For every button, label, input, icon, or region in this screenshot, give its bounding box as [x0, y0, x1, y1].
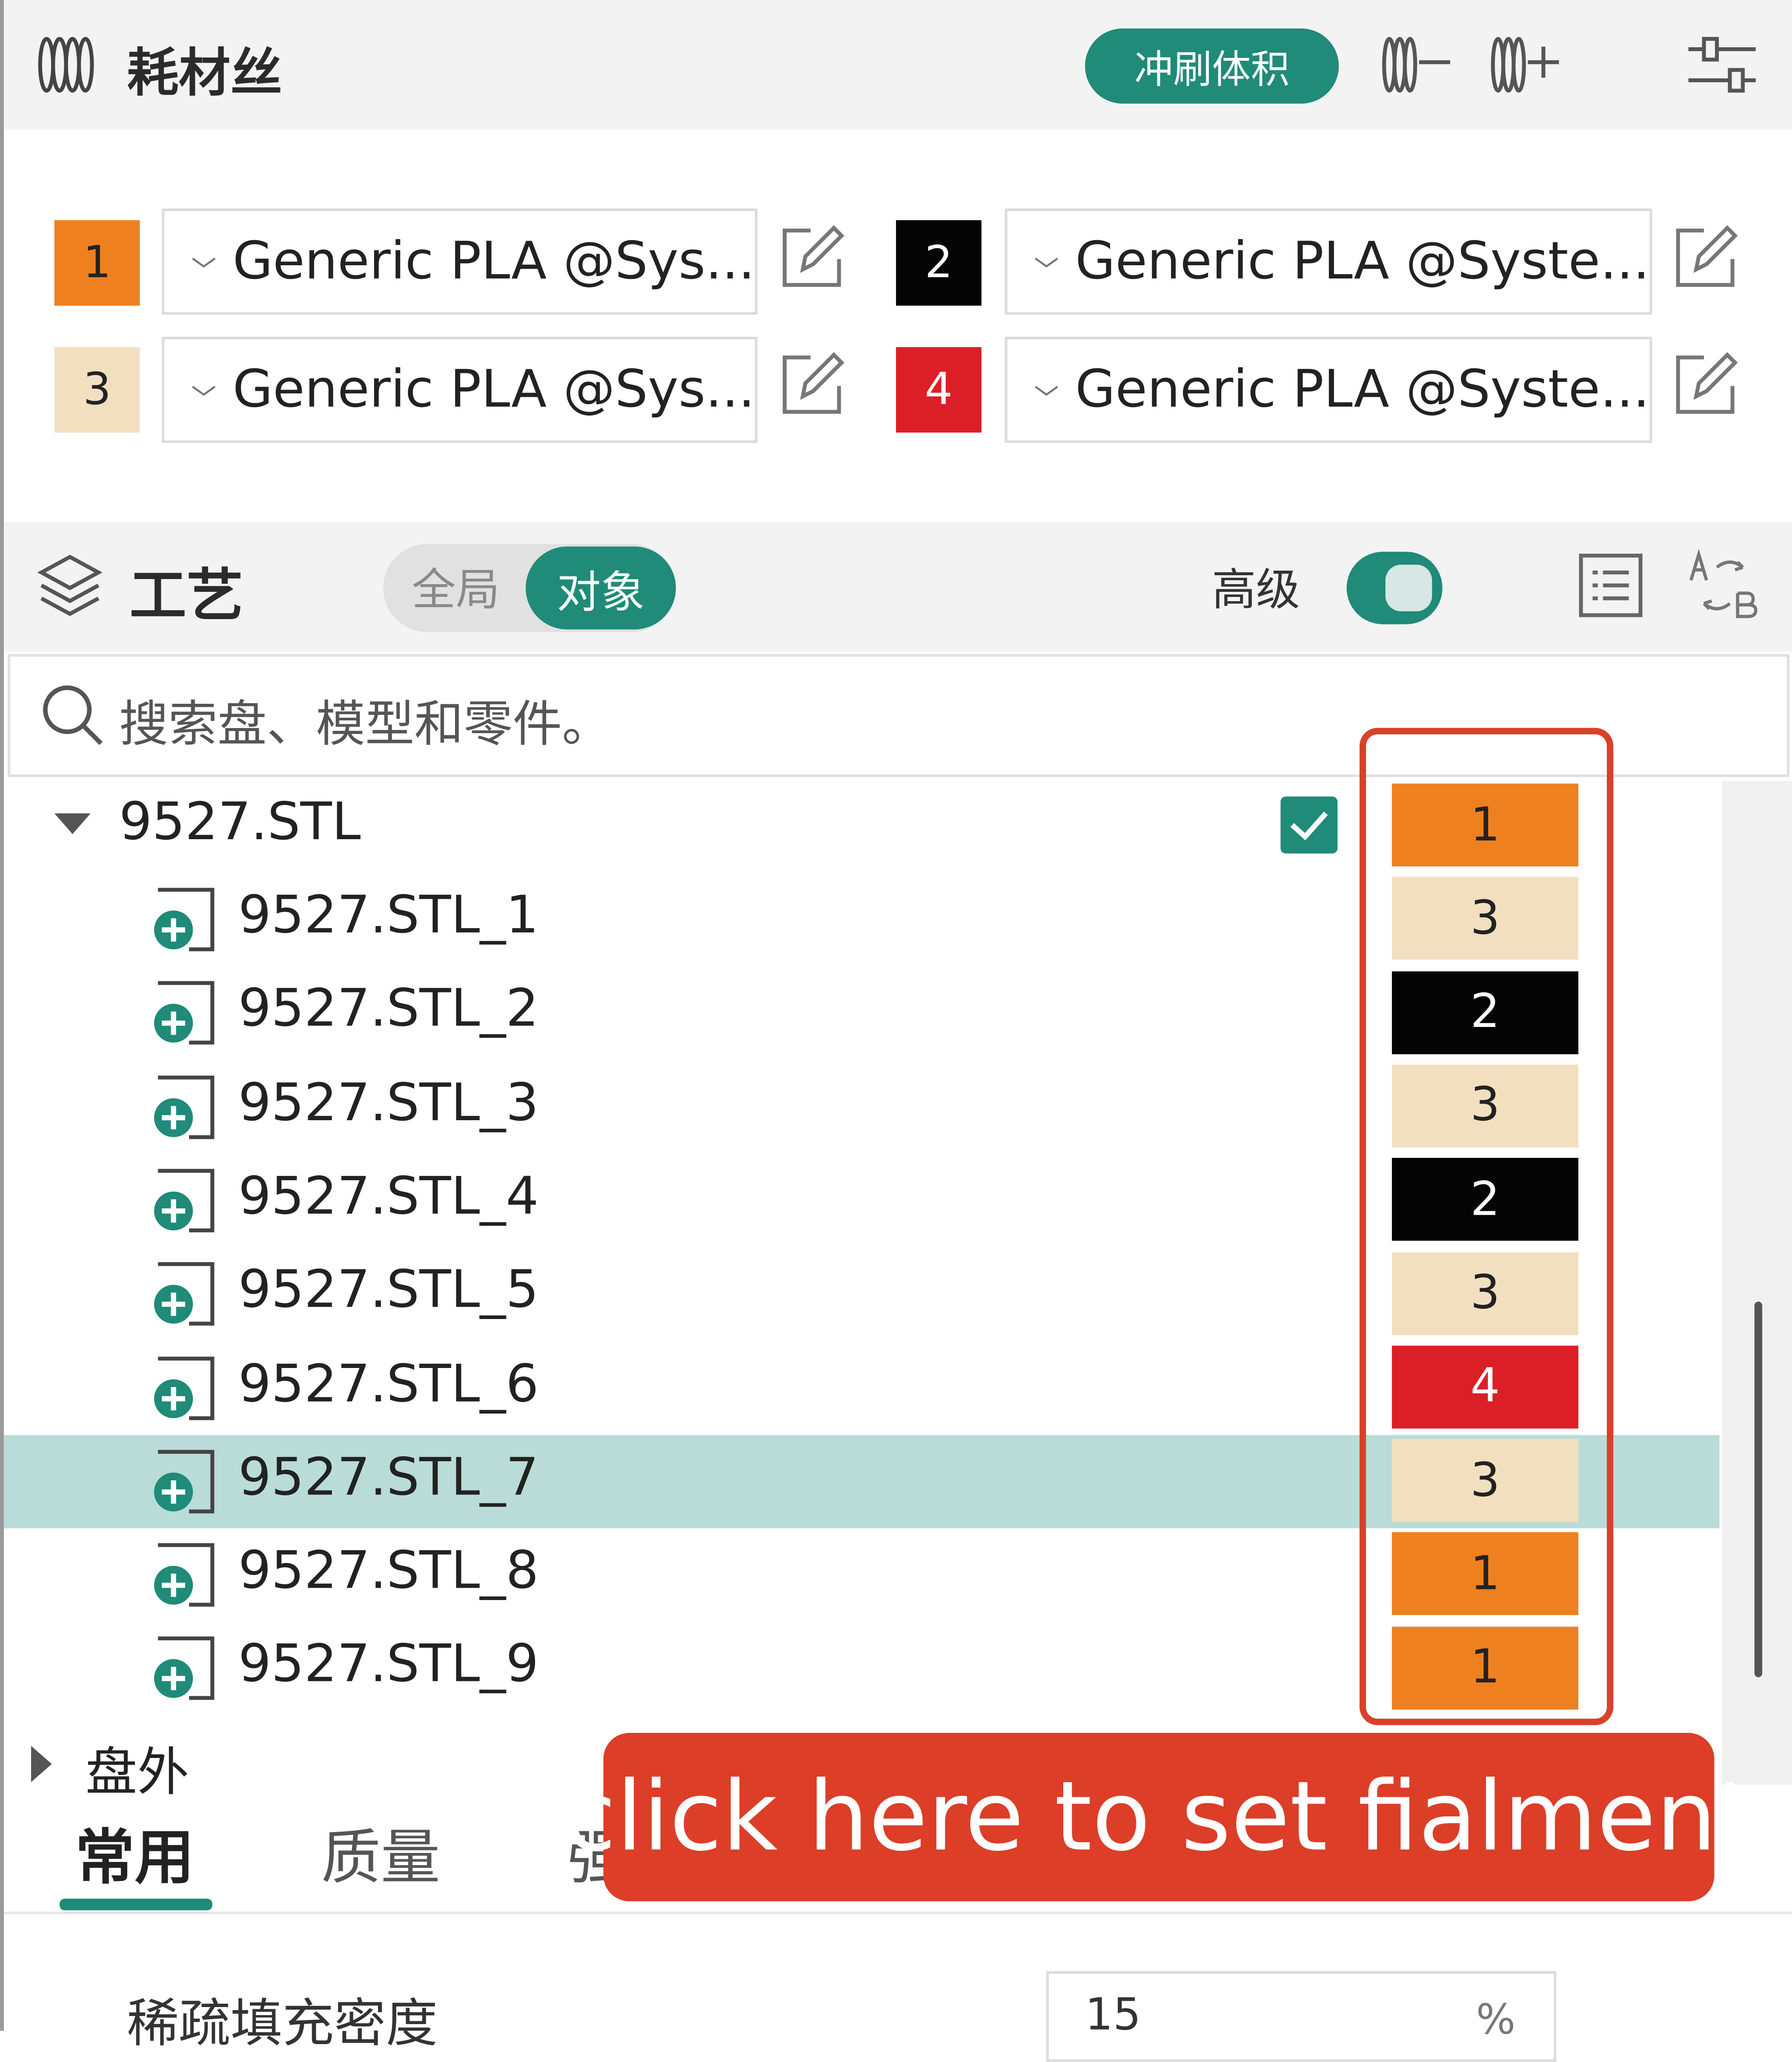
- edit-filament-2-icon[interactable]: [1670, 223, 1740, 293]
- tree-part-label[interactable]: 9527.STL_1: [238, 886, 539, 946]
- sparse-infill-density-value: 15: [1085, 1989, 1141, 2042]
- tree-part-label[interactable]: 9527.STL_8: [238, 1541, 539, 1601]
- settings-sliders-icon[interactable]: [1686, 29, 1758, 101]
- filament-slot-2-select[interactable]: Generic PLA @Syste...: [1005, 208, 1652, 315]
- filament-slot-4-name: Generic PLA @Syste...: [1075, 360, 1650, 420]
- tree-part-label[interactable]: 9527.STL_4: [238, 1167, 539, 1226]
- filament-spool-icon: [38, 37, 94, 93]
- add-filament-icon[interactable]: [1489, 31, 1561, 98]
- filament-slot-1-name: Generic PLA @Sys...: [232, 232, 755, 292]
- filament-slot-3-swatch[interactable]: 3: [54, 347, 140, 433]
- part-add-icon: [154, 1168, 215, 1233]
- filament-slot-number: 2: [925, 237, 953, 289]
- part-add-icon: [154, 1262, 215, 1326]
- filament-slot-number: 4: [925, 364, 953, 416]
- tree-part-label[interactable]: 9527.STL_9: [238, 1635, 539, 1695]
- panel-left-border: [0, 0, 4, 2031]
- filament-title: 耗材丝: [127, 44, 283, 104]
- part-add-icon: [154, 1356, 215, 1420]
- toggle-knob: [1385, 565, 1432, 611]
- tab-global[interactable]: 全局: [412, 554, 500, 618]
- tree-part-label[interactable]: 9527.STL_3: [238, 1073, 539, 1133]
- edit-filament-3-icon[interactable]: [777, 350, 847, 419]
- flush-volume-button[interactable]: 冲刷体积: [1085, 28, 1339, 104]
- search-placeholder: 搜索盘、模型和零件。: [119, 695, 611, 753]
- filament-slot-3-name: Generic PLA @Sys...: [232, 360, 755, 420]
- process-title: 工艺: [129, 563, 243, 630]
- chevron-down-icon: [192, 258, 216, 268]
- checkbox-checked-icon[interactable]: [1279, 795, 1339, 855]
- part-add-icon: [154, 1075, 215, 1139]
- sparse-infill-density-unit: %: [1476, 1994, 1516, 2044]
- scrollbar-thumb[interactable]: [1754, 1302, 1763, 1678]
- tree-part-label[interactable]: 9527.STL_2: [238, 980, 539, 1039]
- compare-ab-icon[interactable]: [1686, 549, 1758, 622]
- tree-part-label[interactable]: 9527.STL_6: [238, 1354, 539, 1414]
- search-icon: [43, 685, 103, 745]
- filament-slot-3-select[interactable]: Generic PLA @Sys...: [162, 336, 758, 443]
- sparse-infill-density-label: 稀疏填充密度: [127, 1994, 438, 2054]
- part-add-icon: [154, 1449, 215, 1513]
- advanced-toggle[interactable]: [1346, 551, 1443, 625]
- tree-part-label[interactable]: 9527.STL_7: [238, 1448, 539, 1507]
- layers-icon: [37, 554, 103, 617]
- filament-slot-number: 3: [83, 364, 112, 416]
- chevron-down-icon: [1035, 386, 1058, 396]
- tree-root-label[interactable]: 9527.STL: [119, 793, 361, 852]
- edit-filament-1-icon[interactable]: [777, 223, 847, 293]
- filament-process-panel: 耗材丝 冲刷体积 1 Generic PLA @Sys... 2 Generic…: [0, 0, 1792, 2062]
- tab-object[interactable]: 对象: [526, 546, 676, 630]
- tab-common[interactable]: 常用: [75, 1811, 194, 1896]
- tree-part-label[interactable]: 9527.STL_5: [238, 1260, 539, 1320]
- edit-filament-4-icon[interactable]: [1670, 350, 1740, 419]
- chevron-down-icon: [192, 386, 216, 396]
- advanced-label: 高级: [1212, 565, 1300, 617]
- chevron-down-icon: [1035, 258, 1058, 268]
- annotation-callout: click here to set fialment: [564, 1733, 1754, 1901]
- part-add-icon: [154, 981, 215, 1045]
- filament-slot-4-select[interactable]: Generic PLA @Syste...: [1005, 336, 1652, 443]
- process-header: [4, 522, 1792, 652]
- outside-plate-group[interactable]: 盘外: [86, 1730, 189, 1805]
- collapsed-triangle-icon[interactable]: [29, 1743, 54, 1784]
- tabs-divider: [4, 1911, 1792, 1914]
- filament-slot-1-select[interactable]: Generic PLA @Sys...: [162, 208, 758, 315]
- part-add-icon: [154, 1637, 215, 1701]
- tab-quality[interactable]: 质量: [321, 1811, 440, 1896]
- expand-triangle-icon[interactable]: [52, 811, 93, 837]
- annotation-highlight-box: [1359, 728, 1614, 1725]
- filament-slot-1-swatch[interactable]: 1: [54, 220, 140, 306]
- list-view-icon[interactable]: [1577, 552, 1644, 619]
- filament-slot-2-name: Generic PLA @Syste...: [1075, 232, 1650, 292]
- filament-slot-number: 1: [83, 237, 112, 289]
- part-add-icon: [154, 888, 215, 952]
- active-tab-underline: [59, 1899, 212, 1910]
- part-add-icon: [154, 1543, 215, 1607]
- remove-filament-icon[interactable]: [1380, 31, 1453, 98]
- filament-slot-4-swatch[interactable]: 4: [896, 347, 982, 433]
- filament-slot-2-swatch[interactable]: 2: [896, 220, 982, 306]
